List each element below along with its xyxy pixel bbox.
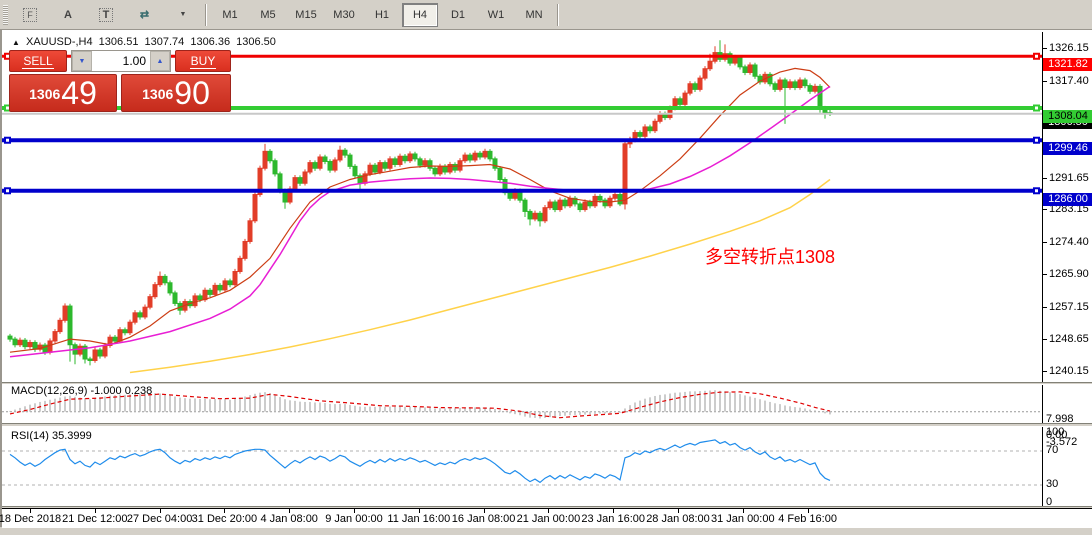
collapse-panel-icon[interactable]: ▲: [12, 38, 20, 47]
timeframe-m15[interactable]: M15: [288, 3, 324, 27]
ohlc-high: 1307.74: [145, 36, 185, 48]
rsi-scale-label: 0: [1046, 496, 1052, 508]
ohlc-close: 1306.50: [236, 36, 276, 48]
price-tick-dash: [1042, 339, 1047, 340]
price-badge: 1286.00: [1043, 193, 1092, 206]
rsi-line: [10, 440, 830, 483]
price-tick-dash: [1042, 209, 1047, 210]
ohlc-open: 1306.51: [99, 36, 139, 48]
rsi-scale-label: 30: [1046, 478, 1058, 490]
price-tick-label: 1274.40: [1049, 236, 1089, 248]
time-axis[interactable]: 18 Dec 201821 Dec 12:0027 Dec 04:0031 De…: [2, 508, 1092, 528]
lot-size-group: ▼ ▲: [71, 50, 171, 72]
price-tick-dash: [1042, 242, 1047, 243]
price-tick-dash: [1042, 48, 1047, 49]
pane-separator[interactable]: [2, 423, 1092, 427]
price-tick-dash: [1042, 371, 1047, 372]
period-separators-icon: F: [23, 8, 37, 22]
text-tool-icon: T: [99, 8, 114, 22]
window-bottom-strip: [2, 527, 1092, 535]
ohlc-low: 1306.36: [190, 36, 230, 48]
macd-indicator-label: MACD(12,26,9) -1.000 0.238: [11, 385, 152, 397]
buy-price-big: 90: [174, 77, 210, 109]
volume-increase-button[interactable]: ▲: [150, 51, 170, 71]
period-separators-button[interactable]: F: [12, 3, 48, 27]
symbol-period-label: XAUUSD-,H4: [26, 36, 93, 48]
cycle-lines-icon: ⇄: [140, 8, 148, 21]
chart-title-row: ▲ XAUUSD-,H4 1306.51 1307.74 1306.36 130…: [12, 36, 279, 48]
cycle-lines-button[interactable]: ⇄: [126, 3, 162, 27]
sell-price-small: 1306: [29, 79, 60, 109]
price-axis-line: [1042, 32, 1043, 508]
price-tick-dash: [1042, 274, 1047, 275]
text-tool-button[interactable]: T: [88, 3, 124, 27]
macd-scale-label: 7.998: [1046, 413, 1074, 425]
one-click-trade-panel: SELL ▼ ▲ BUY 1306 49 1306 90: [9, 50, 231, 112]
buy-button[interactable]: BUY: [175, 50, 231, 72]
price-tick-dash: [1042, 307, 1047, 308]
rsi-scale-label: 100: [1046, 426, 1064, 438]
volume-input[interactable]: [92, 51, 150, 71]
timeframe-h1[interactable]: H1: [364, 3, 400, 27]
timeframe-w1[interactable]: W1: [478, 3, 514, 27]
chart-window: ▲ XAUUSD-,H4 1306.51 1307.74 1306.36 130…: [0, 30, 1092, 527]
timeframe-h4[interactable]: H4: [402, 3, 438, 27]
price-badge: 1308.04: [1043, 110, 1092, 123]
time-label: 4 Feb 16:00: [763, 513, 853, 525]
label-tool-icon: A: [64, 9, 72, 21]
label-tool-button[interactable]: A: [50, 3, 86, 27]
dropdown-caret-icon[interactable]: ▼: [164, 3, 200, 27]
macd-pane-canvas: [2, 385, 1042, 423]
price-tick-dash: [1042, 178, 1047, 179]
price-tick-label: 1248.65: [1049, 333, 1089, 345]
price-tick-dash: [1042, 81, 1047, 82]
timeframe-m1[interactable]: M1: [212, 3, 248, 27]
price-badge: 1299.46: [1043, 142, 1092, 155]
rsi-indicator-label: RSI(14) 35.3999: [11, 430, 92, 442]
volume-decrease-button[interactable]: ▼: [72, 51, 92, 71]
rsi-pane-canvas: [2, 427, 1042, 506]
toolbar-separator: [205, 4, 207, 26]
price-tick-label: 1317.40: [1049, 75, 1089, 87]
price-tick-label: 1240.15: [1049, 365, 1089, 377]
price-tick-label: 1326.15: [1049, 42, 1089, 54]
toolbar-grip: [3, 5, 8, 25]
timeframe-buttons: M1M5M15M30H1H4D1W1MN: [211, 3, 553, 27]
toolbar-tools: F A T ⇄: [11, 3, 163, 27]
buy-price-box[interactable]: 1306 90: [121, 74, 231, 112]
price-tick-label: 1257.15: [1049, 301, 1089, 313]
toolbar-separator: [557, 4, 559, 26]
sell-price-big: 49: [61, 77, 97, 109]
timeframe-m5[interactable]: M5: [250, 3, 286, 27]
rsi-scale-label: 70: [1046, 444, 1058, 456]
price-badge: 1321.82: [1043, 58, 1092, 71]
chart-text-annotation: 多空转折点1308: [705, 243, 835, 269]
price-tick-label: 1265.90: [1049, 268, 1089, 280]
toolbar: F A T ⇄ ▼ M1M5M15M30H1H4D1W1MN: [0, 0, 1092, 30]
mt4-window: F A T ⇄ ▼ M1M5M15M30H1H4D1W1MN ▲ XAUUSD-,H4…: [0, 0, 1092, 535]
pane-separator[interactable]: [2, 382, 1092, 385]
sell-button[interactable]: SELL: [9, 50, 67, 72]
timeframe-mn[interactable]: MN: [516, 3, 552, 27]
price-tick-label: 1291.65: [1049, 172, 1089, 184]
buy-price-small: 1306: [142, 79, 173, 109]
timeframe-d1[interactable]: D1: [440, 3, 476, 27]
timeframe-m30[interactable]: M30: [326, 3, 362, 27]
sell-price-box[interactable]: 1306 49: [9, 74, 117, 112]
